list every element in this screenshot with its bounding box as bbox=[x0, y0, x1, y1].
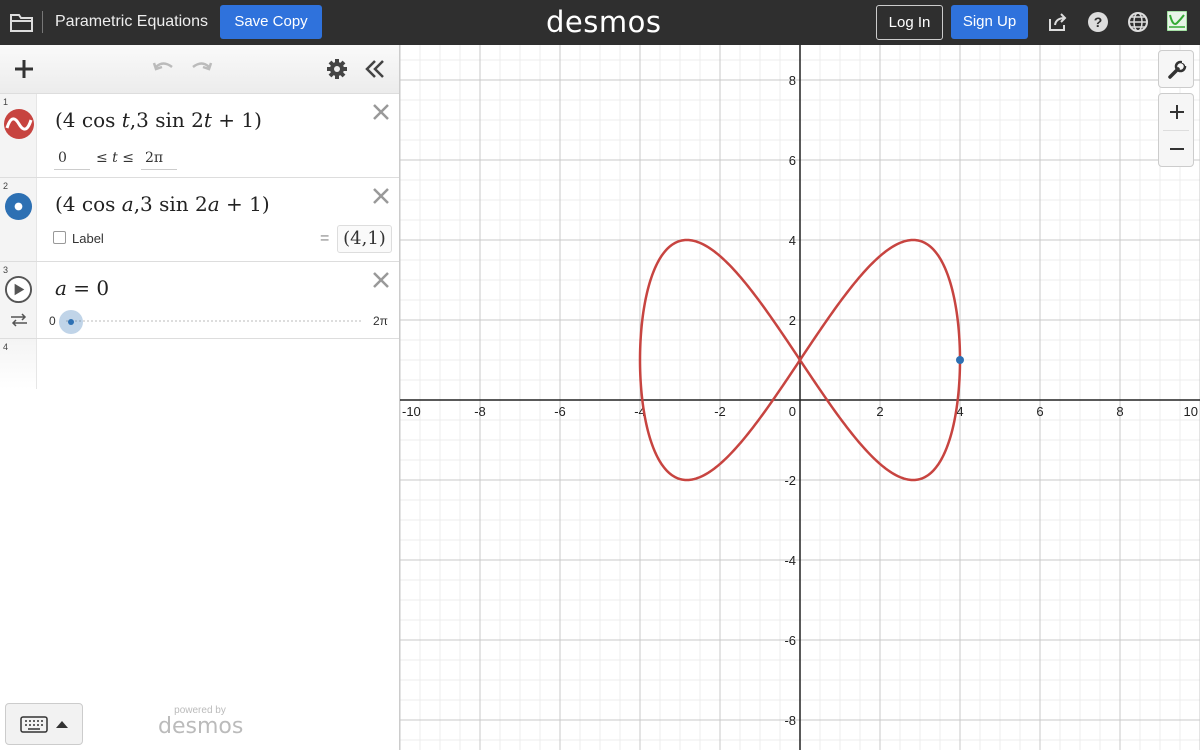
slider-min[interactable]: 0 bbox=[49, 314, 56, 328]
x-tick-label: 2 bbox=[876, 404, 883, 419]
domain-max-input[interactable]: 2π bbox=[141, 150, 177, 170]
slider-track[interactable] bbox=[66, 320, 361, 324]
zoom-controls bbox=[1158, 93, 1194, 167]
expression-gutter: 1 bbox=[0, 94, 37, 177]
keyboard-icon bbox=[20, 716, 48, 733]
share-icon[interactable] bbox=[1047, 11, 1069, 33]
title-separator bbox=[42, 11, 43, 33]
graph-paper[interactable]: -10 -8 -6 -4 -2 0 2 4 6 8 10 8642-2-4-6-8 bbox=[400, 45, 1200, 750]
expression-row-1[interactable]: 1 (4 cos t,3 sin 2t + 1) 0 ≤ t ≤ 2π bbox=[0, 94, 399, 178]
expression-gutter: 4 bbox=[0, 339, 37, 389]
zoom-out-icon[interactable] bbox=[1169, 141, 1185, 157]
caret-up-icon bbox=[56, 721, 68, 728]
y-tick-label: -8 bbox=[784, 713, 796, 728]
sign-up-button[interactable]: Sign Up bbox=[951, 5, 1028, 39]
expression-row-2[interactable]: 2 (4 cos a,3 sin 2a + 1) Label = (4,1) bbox=[0, 178, 399, 262]
y-tick-label: 6 bbox=[789, 153, 796, 168]
powered-by-desmos[interactable]: powered by desmos bbox=[158, 705, 244, 739]
expression-toolbar bbox=[0, 45, 399, 94]
domain-min-input[interactable]: 0 bbox=[54, 150, 90, 170]
point-icon[interactable] bbox=[4, 192, 33, 221]
expression-row-3[interactable]: 3 a = 0 0 2π bbox=[0, 262, 399, 339]
delete-expression-icon[interactable] bbox=[371, 270, 391, 290]
play-icon[interactable] bbox=[4, 275, 33, 304]
y-tick-label: 2 bbox=[789, 313, 796, 328]
x-tick-label: 0 bbox=[789, 404, 796, 419]
redo-icon[interactable] bbox=[190, 57, 214, 81]
label-checkbox-text: Label bbox=[72, 231, 104, 246]
settings-gear-icon[interactable] bbox=[325, 57, 349, 81]
x-tick-label: 10 bbox=[1184, 404, 1198, 419]
domain-inequality: ≤ t ≤ bbox=[96, 150, 134, 166]
expression-index: 2 bbox=[3, 181, 9, 191]
x-tick-label: -2 bbox=[714, 404, 726, 419]
wrench-icon bbox=[1168, 60, 1187, 79]
expression-formula[interactable]: (4 cos a,3 sin 2a + 1) bbox=[55, 192, 270, 216]
add-item-icon[interactable] bbox=[12, 57, 36, 81]
expression-panel: 1 (4 cos t,3 sin 2t + 1) 0 ≤ t ≤ 2π 2 (4… bbox=[0, 45, 400, 750]
powered-by-brand: desmos bbox=[158, 714, 244, 739]
slider-max[interactable]: 2π bbox=[373, 314, 388, 328]
expression-index: 1 bbox=[3, 97, 9, 107]
collapse-panel-icon[interactable] bbox=[363, 57, 387, 81]
loop-direction-icon[interactable] bbox=[9, 312, 29, 328]
y-tick-label: -4 bbox=[784, 553, 796, 568]
evaluation-value: (4,1) bbox=[337, 225, 392, 253]
undo-icon[interactable] bbox=[151, 57, 175, 81]
expression-index: 4 bbox=[3, 342, 9, 352]
top-bar: Parametric Equations Save Copy desmos Lo… bbox=[0, 0, 1200, 45]
expression-formula[interactable]: (4 cos t,3 sin 2t + 1) bbox=[55, 108, 262, 132]
graph-title[interactable]: Parametric Equations bbox=[55, 13, 208, 31]
y-tick-label: -6 bbox=[784, 633, 796, 648]
x-tick-label: 6 bbox=[1036, 404, 1043, 419]
keyboard-toggle-button[interactable] bbox=[5, 703, 83, 745]
expression-index: 3 bbox=[3, 265, 9, 275]
y-tick-label: 4 bbox=[789, 233, 796, 248]
graph-thumbnail-icon[interactable] bbox=[1167, 11, 1187, 31]
x-tick-label: -8 bbox=[474, 404, 486, 419]
y-tick-label: 8 bbox=[789, 73, 796, 88]
slider-thumb[interactable] bbox=[59, 310, 83, 334]
help-icon[interactable]: ? bbox=[1087, 11, 1109, 33]
log-in-button[interactable]: Log In bbox=[876, 5, 943, 40]
y-tick-label: -2 bbox=[784, 473, 796, 488]
svg-text:?: ? bbox=[1094, 14, 1103, 30]
expression-row-4[interactable]: 4 bbox=[0, 339, 399, 389]
delete-expression-icon[interactable] bbox=[371, 186, 391, 206]
expression-gutter: 3 bbox=[0, 262, 37, 338]
x-tick-label: -10 bbox=[402, 404, 421, 419]
globe-icon[interactable] bbox=[1127, 11, 1149, 33]
zoom-in-icon[interactable] bbox=[1169, 104, 1185, 120]
moving-point[interactable] bbox=[956, 356, 964, 364]
delete-expression-icon[interactable] bbox=[371, 102, 391, 122]
evaluation-equals: = bbox=[320, 230, 330, 247]
expression-gutter: 2 bbox=[0, 178, 37, 261]
parametric-curve-icon[interactable] bbox=[3, 108, 35, 140]
slider-equation[interactable]: a = 0 bbox=[55, 276, 109, 300]
desmos-logo: desmos bbox=[546, 5, 662, 39]
x-tick-label: -6 bbox=[554, 404, 566, 419]
label-checkbox[interactable] bbox=[53, 231, 66, 244]
graph-settings-button[interactable] bbox=[1158, 50, 1194, 88]
save-copy-button[interactable]: Save Copy bbox=[220, 5, 322, 39]
x-tick-label: 8 bbox=[1116, 404, 1123, 419]
folder-icon[interactable] bbox=[10, 12, 34, 32]
